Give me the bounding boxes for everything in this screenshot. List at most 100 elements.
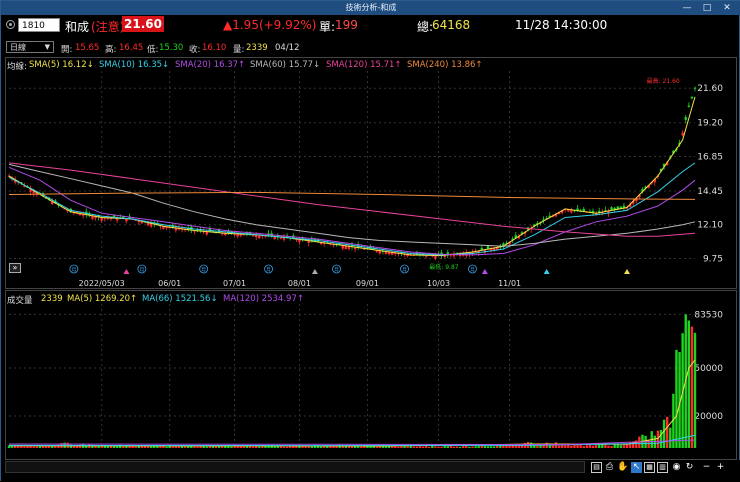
event-marker — [624, 269, 631, 274]
eye-icon[interactable]: ◉ — [671, 462, 682, 473]
volume-bar — [489, 446, 493, 448]
period-select[interactable]: 日線 ▼ — [6, 41, 54, 53]
volume-bar — [344, 446, 348, 448]
volume-bar — [659, 429, 663, 448]
expand-icon[interactable]: » — [9, 263, 21, 273]
volume-bar — [588, 445, 592, 448]
volume-bar — [421, 446, 425, 448]
x-tick-label: 11/01 — [498, 279, 521, 288]
volume-bar — [23, 446, 26, 448]
volume-ma-line-vma5 — [8, 359, 696, 447]
refresh-icon[interactable]: ↻ — [684, 462, 695, 473]
volume-chart: 83530 50000 20000 — [7, 304, 723, 448]
pointer-icon[interactable]: ↖ — [631, 462, 642, 473]
spreadsheet-icon[interactable]: ▤ — [591, 462, 602, 473]
volume-bar — [665, 416, 669, 448]
x-tick-label: 09/01 — [356, 279, 379, 288]
grid-icon[interactable]: ▦ — [644, 462, 655, 473]
volume-bar — [196, 446, 199, 448]
y-tick-label: 83530 — [694, 310, 723, 320]
volume-bar — [440, 446, 443, 448]
volume-bar — [310, 446, 314, 448]
high-annotation: 最高: 21.60 — [647, 77, 680, 85]
volume-bar — [492, 446, 496, 448]
volume-bar — [687, 320, 691, 448]
zoom-out-icon[interactable]: − — [701, 462, 712, 473]
title-bar: 技術分析-和成 — □ ✕ — [1, 1, 740, 15]
volume-bar — [582, 446, 585, 448]
total-volume-label: 總: — [417, 20, 434, 34]
print-icon[interactable]: ⎙ — [604, 462, 615, 473]
volume-bar — [230, 446, 233, 448]
candle-body — [693, 87, 697, 89]
volume-bar — [134, 446, 137, 448]
volume-bar — [285, 446, 289, 448]
candle-body — [687, 105, 691, 107]
stock-code-input[interactable]: 1810 — [18, 18, 60, 32]
high-value: 16.45 — [119, 43, 144, 53]
volume-bar — [217, 446, 221, 448]
volume-bar — [437, 446, 440, 448]
volume-bar — [471, 446, 474, 448]
volume-bar — [443, 445, 446, 448]
volume-bar — [381, 446, 385, 448]
volume-bar — [598, 444, 601, 448]
volume-bar — [112, 446, 116, 448]
volume-bar — [434, 446, 437, 448]
high-label: 高: — [105, 45, 117, 55]
volume-bar — [628, 441, 632, 448]
ma-line-sma240 — [8, 191, 696, 200]
volume-bar — [474, 446, 477, 448]
low-value: 15.30 — [159, 43, 184, 53]
volume-bar — [564, 445, 567, 448]
volume-bar — [424, 445, 428, 448]
y-tick-label: 20000 — [694, 412, 723, 422]
volume-bar — [156, 446, 159, 448]
volume-bar — [465, 445, 468, 448]
stock-price: 21.60 — [122, 16, 164, 32]
volume-bar — [288, 446, 292, 448]
volume-bar — [601, 444, 604, 448]
volume-bar — [486, 446, 490, 448]
volume-bar — [690, 326, 694, 448]
volume-bar — [122, 446, 125, 448]
volume-bar — [483, 446, 487, 448]
price-chart: 21.60 19.20 16.85 14.45 12.10 9.75 2022/05/03 0… — [7, 71, 723, 288]
volume-bar — [13, 446, 17, 448]
target-icon[interactable] — [6, 20, 15, 29]
vol-value: 2339 — [246, 43, 268, 53]
volume-bar — [146, 446, 150, 448]
volume-bar — [675, 349, 678, 448]
stock-name: 和成 — [65, 20, 90, 34]
hand-icon[interactable]: ✋ — [617, 462, 628, 473]
close-icon[interactable]: ✕ — [717, 1, 737, 15]
volume-bar — [669, 427, 672, 448]
month-badge-label: 月 — [266, 268, 271, 274]
volume-bar — [622, 444, 626, 448]
x-tick-label: 08/01 — [288, 279, 311, 288]
volume-bar — [610, 445, 613, 448]
zoom-in-icon[interactable]: + — [715, 462, 726, 473]
volume-bar — [282, 446, 286, 448]
month-badge-label: 月 — [71, 268, 76, 274]
volume-bar — [193, 446, 196, 448]
maximize-icon[interactable]: □ — [697, 1, 717, 15]
volume-bar — [585, 445, 589, 448]
volume-bar — [619, 445, 623, 448]
volume-bar — [38, 446, 42, 448]
period-value: 日線 — [10, 43, 26, 52]
table-icon[interactable]: ▥ — [657, 462, 668, 473]
volume-bar — [258, 446, 261, 448]
minimize-icon[interactable]: — — [677, 1, 697, 15]
y-tick-label: 50000 — [694, 364, 723, 374]
volume-bar — [165, 446, 168, 448]
volume-bar — [607, 445, 610, 448]
volume-bar — [403, 446, 406, 448]
volume-bar — [29, 446, 32, 448]
y-tick-label: 12.10 — [697, 221, 723, 231]
horizontal-scrollbar[interactable] — [5, 461, 585, 473]
unit-volume-value: 199 — [335, 18, 358, 32]
volume-bar — [446, 446, 449, 448]
y-tick-label: 14.45 — [697, 187, 723, 197]
y-tick-label: 16.85 — [697, 152, 723, 162]
